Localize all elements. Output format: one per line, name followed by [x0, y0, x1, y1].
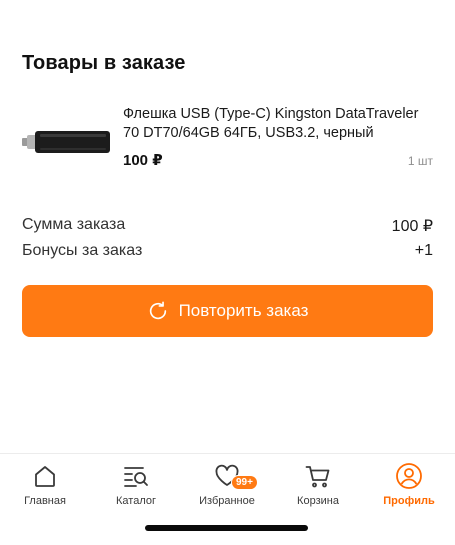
tab-profile-label: Профиль [383, 495, 435, 507]
tab-catalog[interactable]: Каталог [91, 462, 181, 507]
section-title: Товары в заказе [22, 52, 186, 74]
order-sum-value: 100 ₽ [391, 218, 433, 235]
tab-favorites[interactable]: 99+ Избранное [182, 462, 272, 507]
tab-cart-label: Корзина [297, 495, 339, 507]
order-bonus-label: Бонусы за заказ [22, 242, 143, 259]
bottom-tab-bar: Главная Каталог 99+ Избранное Корзина Пр… [0, 453, 455, 545]
tab-cart[interactable]: Корзина [273, 462, 363, 507]
home-icon [35, 466, 55, 487]
profile-icon [396, 463, 422, 489]
tab-catalog-label: Каталог [116, 495, 156, 507]
product-price: 100 ₽ [123, 152, 163, 169]
refresh-icon [149, 301, 166, 320]
tab-home[interactable]: Главная [0, 462, 90, 507]
product-name[interactable]: Флешка USB (Type-C) Kingston DataTravele… [123, 105, 435, 143]
order-product-item[interactable]: Флешка USB (Type-C) Kingston DataTravele… [22, 104, 433, 174]
product-quantity: 1 шт [407, 154, 433, 168]
cart-icon [305, 466, 330, 488]
order-bonus-value: +1 [414, 242, 433, 259]
order-sum-label: Сумма заказа [22, 216, 126, 233]
tab-home-label: Главная [24, 495, 66, 507]
order-bonus-row: Бонусы за заказ +1 [22, 242, 433, 260]
order-sum-row: Сумма заказа 100 ₽ [22, 216, 433, 235]
product-image[interactable] [22, 124, 110, 160]
home-indicator [145, 525, 308, 531]
repeat-order-button[interactable]: Повторить заказ [22, 285, 433, 337]
favorites-count-badge: 99+ [231, 475, 258, 490]
tab-favorites-label: Избранное [199, 495, 255, 507]
repeat-order-label: Повторить заказ [178, 301, 309, 320]
catalog-search-icon [124, 467, 148, 487]
tab-profile[interactable]: Профиль [364, 462, 454, 507]
